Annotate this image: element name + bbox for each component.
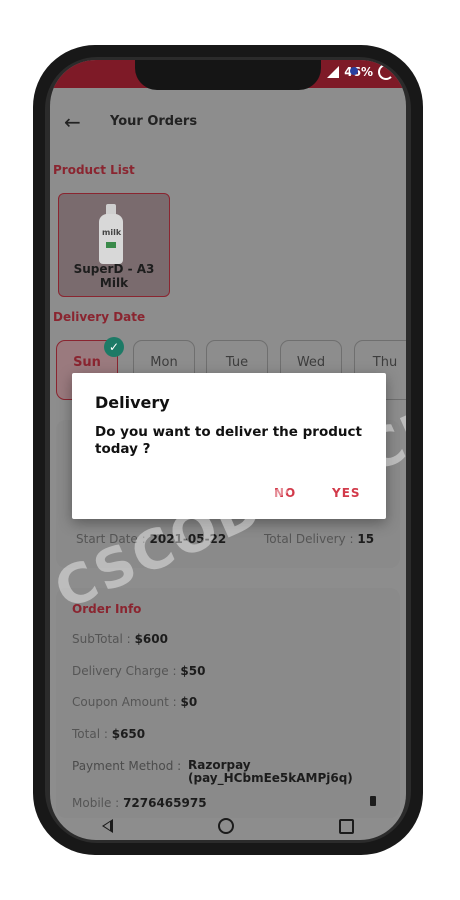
back-arrow-icon[interactable]: ← [64,110,81,134]
order-info-card: Order Info SubTotal : $600 Delivery Char… [56,588,400,818]
delivery-charge-row: Delivery Charge : $50 [72,664,205,678]
total-delivery-row: Total Delivery : 15 [264,532,374,546]
phone-call-icon[interactable] [370,796,376,806]
camera-notch [135,60,358,90]
mobile-label: Mobile : [72,796,120,810]
front-camera-icon [350,67,358,75]
no-button[interactable]: NO [274,486,296,500]
start-date-row: Start Date : 2021-05-22 [76,532,226,546]
dialog-title: Delivery [95,393,170,412]
product-name: SuperD - A3 Milk [73,262,155,290]
start-date-value: 2021-05-22 [149,532,227,546]
product-list-heading: Product List [53,163,135,177]
check-icon: ✓ [104,337,124,357]
coupon-value: $0 [180,695,198,709]
nav-home-icon[interactable] [217,818,234,834]
day-label: Tue [225,355,249,370]
signal-icon [325,65,340,79]
delivery-dialog: Delivery Do you want to deliver the prod… [72,373,386,519]
day-label: Wed [296,355,326,370]
payment-id-value: (pay_HCbmEe5kAMPj6q) [188,771,353,785]
day-label: Sun [73,355,101,370]
dialog-message: Do you want to deliver the product today… [95,424,362,457]
total-delivery-value: 15 [357,532,375,546]
battery-icon [378,64,394,80]
nav-back-icon[interactable] [102,819,114,833]
delivery-charge-label: Delivery Charge : [72,664,177,678]
start-date-label: Start Date : [76,532,146,546]
total-value: $650 [111,727,146,741]
app-bar: ← Your Orders [50,100,406,144]
nav-recents-icon[interactable] [338,818,354,834]
order-info-heading: Order Info [72,602,142,616]
page-title: Your Orders [110,114,198,129]
subtotal-label: SubTotal : [72,632,131,646]
delivery-charge-value: $50 [180,664,206,678]
mobile-row: Mobile : 7276465975 [72,796,207,810]
battery-percent: 46% [344,65,373,79]
subtotal-row: SubTotal : $600 [72,632,168,646]
bottle-label: milk [102,228,122,237]
total-delivery-label: Total Delivery : [264,532,354,546]
delivery-date-heading: Delivery Date [53,310,146,324]
day-label: Thu [372,355,398,370]
status-indicators: 46% [325,64,394,80]
system-nav-bar [50,812,406,840]
app-screen: 46% ← Your Orders Product List milk Supe… [50,60,406,840]
coupon-row: Coupon Amount : $0 [72,695,197,709]
yes-button[interactable]: YES [332,486,361,500]
product-card[interactable]: milk SuperD - A3 Milk [58,193,170,297]
milk-bottle-icon: milk [99,204,123,264]
mobile-value: 7276465975 [123,796,207,810]
day-label: Mon [150,355,178,370]
total-label: Total : [72,727,108,741]
total-row: Total : $650 [72,727,145,741]
coupon-label: Coupon Amount : [72,695,177,709]
payment-method-label: Payment Method : [72,759,182,773]
subtotal-value: $600 [134,632,168,646]
payment-method-row: Razorpay (pay_HCbmEe5kAMPj6q) [188,759,353,785]
